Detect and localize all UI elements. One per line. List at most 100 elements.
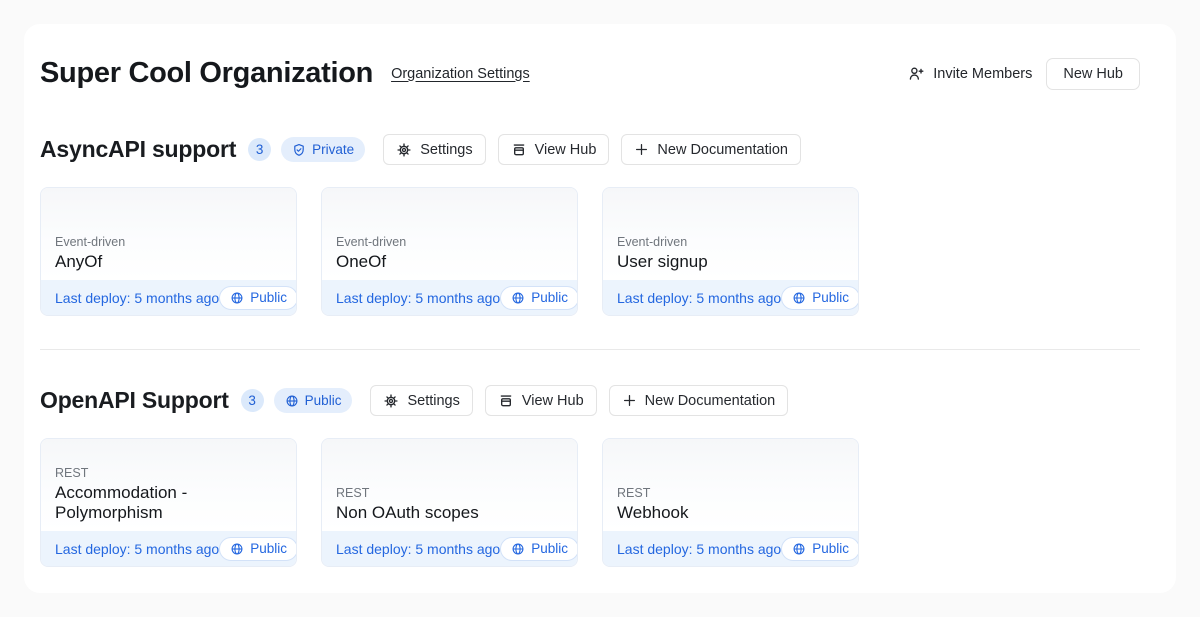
doc-visibility-label: Public	[250, 541, 287, 556]
section-title: AsyncAPI support	[40, 136, 236, 163]
view-hub-label: View Hub	[522, 393, 584, 409]
invite-members-button[interactable]: Invite Members	[908, 65, 1032, 82]
doc-card-footer: Last deploy: 5 months ago Public	[322, 280, 577, 315]
section-title: OpenAPI Support	[40, 387, 229, 414]
plus-icon	[634, 142, 649, 157]
gear-icon	[383, 393, 399, 409]
view-hub-label: View Hub	[535, 142, 597, 158]
doc-card-non-oauth[interactable]: REST Non OAuth scopes Last deploy: 5 mon…	[321, 438, 578, 567]
doc-name: AnyOf	[55, 252, 282, 271]
last-deploy-text: Last deploy: 5 months ago	[617, 541, 781, 557]
doc-card-body: Event-driven User signup	[603, 188, 858, 280]
last-deploy-text: Last deploy: 5 months ago	[55, 290, 219, 306]
doc-card-anyof[interactable]: Event-driven AnyOf Last deploy: 5 months…	[40, 187, 297, 316]
doc-card-footer: Last deploy: 5 months ago Public	[41, 531, 296, 566]
new-hub-button[interactable]: New Hub	[1046, 58, 1140, 90]
visibility-label: Private	[312, 142, 354, 157]
doc-type-label: REST	[55, 466, 282, 480]
doc-name: User signup	[617, 252, 844, 271]
shield-check-icon	[292, 143, 306, 157]
doc-card-webhook[interactable]: REST Webhook Last deploy: 5 months ago P…	[602, 438, 859, 567]
section-divider	[40, 349, 1140, 350]
doc-card-body: Event-driven AnyOf	[41, 188, 296, 280]
doc-card-body: REST Accommodation - Polymorphism	[41, 439, 296, 531]
last-deploy-text: Last deploy: 5 months ago	[336, 290, 500, 306]
doc-visibility-badge: Public	[781, 286, 859, 310]
hub-box-icon	[511, 142, 527, 158]
doc-name: Accommodation - Polymorphism	[55, 483, 282, 522]
doc-visibility-badge: Public	[500, 537, 578, 561]
new-documentation-label: New Documentation	[657, 142, 788, 158]
settings-button[interactable]: Settings	[383, 134, 485, 165]
doc-name: Non OAuth scopes	[336, 503, 563, 522]
section-actions: Settings View Hub	[383, 134, 801, 165]
settings-label: Settings	[407, 393, 459, 409]
globe-icon	[511, 542, 525, 556]
organization-settings-link[interactable]: Organization Settings	[391, 66, 530, 82]
doc-card-body: REST Webhook	[603, 439, 858, 531]
globe-icon	[792, 291, 806, 305]
page-title: Super Cool Organization	[40, 57, 373, 90]
doc-type-label: REST	[336, 486, 563, 500]
doc-type-label: REST	[617, 486, 844, 500]
doc-card-footer: Last deploy: 5 months ago Public	[322, 531, 577, 566]
section-openapi: OpenAPI Support 3 Public	[40, 385, 1140, 567]
section-asyncapi: AsyncAPI support 3 Private	[40, 134, 1140, 316]
doc-card-footer: Last deploy: 5 months ago Public	[603, 531, 858, 566]
doc-visibility-label: Public	[812, 541, 849, 556]
doc-visibility-label: Public	[531, 290, 568, 305]
docs-grid: REST Accommodation - Polymorphism Last d…	[40, 438, 1140, 567]
doc-card-footer: Last deploy: 5 months ago Public	[603, 280, 858, 315]
doc-visibility-label: Public	[531, 541, 568, 556]
section-header: OpenAPI Support 3 Public	[40, 385, 1140, 416]
gear-icon	[396, 142, 412, 158]
doc-type-label: Event-driven	[55, 235, 282, 249]
doc-card-accommodation[interactable]: REST Accommodation - Polymorphism Last d…	[40, 438, 297, 567]
doc-card-body: REST Non OAuth scopes	[322, 439, 577, 531]
doc-visibility-label: Public	[812, 290, 849, 305]
new-documentation-button[interactable]: New Documentation	[609, 385, 789, 416]
globe-icon	[285, 394, 299, 408]
visibility-badge: Private	[281, 137, 365, 162]
globe-icon	[511, 291, 525, 305]
globe-icon	[230, 291, 244, 305]
doc-name: Webhook	[617, 503, 844, 522]
settings-label: Settings	[420, 142, 472, 158]
view-hub-button[interactable]: View Hub	[485, 385, 597, 416]
visibility-label: Public	[305, 393, 342, 408]
view-hub-button[interactable]: View Hub	[498, 134, 610, 165]
hub-box-icon	[498, 393, 514, 409]
doc-visibility-badge: Public	[219, 537, 297, 561]
invite-members-label: Invite Members	[933, 66, 1032, 82]
new-documentation-button[interactable]: New Documentation	[621, 134, 801, 165]
settings-button[interactable]: Settings	[370, 385, 472, 416]
last-deploy-text: Last deploy: 5 months ago	[55, 541, 219, 557]
doc-visibility-badge: Public	[781, 537, 859, 561]
main-panel: Super Cool Organization Organization Set…	[24, 24, 1176, 593]
doc-count-badge: 3	[241, 389, 264, 412]
last-deploy-text: Last deploy: 5 months ago	[617, 290, 781, 306]
globe-icon	[230, 542, 244, 556]
visibility-badge: Public	[274, 388, 353, 413]
doc-visibility-label: Public	[250, 290, 287, 305]
doc-card-oneof[interactable]: Event-driven OneOf Last deploy: 5 months…	[321, 187, 578, 316]
doc-type-label: Event-driven	[617, 235, 844, 249]
new-documentation-label: New Documentation	[645, 393, 776, 409]
doc-type-label: Event-driven	[336, 235, 563, 249]
page-header: Super Cool Organization Organization Set…	[40, 57, 1140, 90]
last-deploy-text: Last deploy: 5 months ago	[336, 541, 500, 557]
doc-visibility-badge: Public	[219, 286, 297, 310]
section-header: AsyncAPI support 3 Private	[40, 134, 1140, 165]
doc-card-body: Event-driven OneOf	[322, 188, 577, 280]
doc-visibility-badge: Public	[500, 286, 578, 310]
person-plus-icon	[908, 65, 925, 82]
doc-card-user-signup[interactable]: Event-driven User signup Last deploy: 5 …	[602, 187, 859, 316]
doc-card-footer: Last deploy: 5 months ago Public	[41, 280, 296, 315]
globe-icon	[792, 542, 806, 556]
doc-name: OneOf	[336, 252, 563, 271]
doc-count-badge: 3	[248, 138, 271, 161]
docs-grid: Event-driven AnyOf Last deploy: 5 months…	[40, 187, 1140, 316]
plus-icon	[622, 393, 637, 408]
section-actions: Settings View Hub	[370, 385, 788, 416]
new-hub-label: New Hub	[1063, 66, 1123, 82]
